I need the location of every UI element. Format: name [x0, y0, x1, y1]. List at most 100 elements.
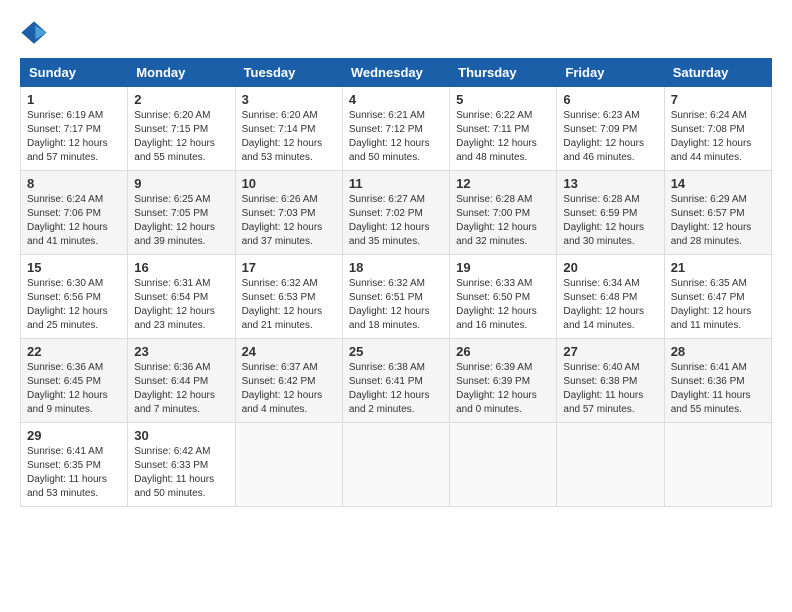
calendar-cell: 6 Sunrise: 6:23 AM Sunset: 7:09 PM Daylig… — [557, 87, 664, 171]
day-info: Sunrise: 6:41 AM Sunset: 6:36 PM Dayligh… — [671, 361, 765, 417]
day-info: Sunrise: 6:21 AM Sunset: 7:12 PM Dayligh… — [349, 109, 443, 165]
calendar-cell: 4 Sunrise: 6:21 AM Sunset: 7:12 PM Daylig… — [342, 87, 449, 171]
day-of-week-header: Wednesday — [342, 59, 449, 87]
day-info: Sunrise: 6:36 AM Sunset: 6:44 PM Dayligh… — [134, 361, 228, 417]
calendar-cell: 9 Sunrise: 6:25 AM Sunset: 7:05 PM Daylig… — [128, 171, 235, 255]
calendar-week-row: 29 Sunrise: 6:41 AM Sunset: 6:35 PM Dayli… — [21, 423, 772, 507]
calendar-week-row: 1Sunrise: 6:19 AM Sunset: 7:17 PM Daylig… — [21, 87, 772, 171]
day-number: 24 — [242, 344, 336, 359]
day-number: 16 — [134, 260, 228, 275]
calendar-table: SundayMondayTuesdayWednesdayThursdayFrid… — [20, 58, 772, 507]
calendar-cell: 8 Sunrise: 6:24 AM Sunset: 7:06 PM Daylig… — [21, 171, 128, 255]
calendar-cell: 20 Sunrise: 6:34 AM Sunset: 6:48 PM Dayli… — [557, 255, 664, 339]
day-number: 15 — [27, 260, 121, 275]
day-of-week-header: Sunday — [21, 59, 128, 87]
day-number: 14 — [671, 176, 765, 191]
day-info: Sunrise: 6:32 AM Sunset: 6:51 PM Dayligh… — [349, 277, 443, 333]
day-info: Sunrise: 6:27 AM Sunset: 7:02 PM Dayligh… — [349, 193, 443, 249]
calendar-cell: 1Sunrise: 6:19 AM Sunset: 7:17 PM Daylig… — [21, 87, 128, 171]
calendar-cell: 13 Sunrise: 6:28 AM Sunset: 6:59 PM Dayli… — [557, 171, 664, 255]
calendar-cell: 14 Sunrise: 6:29 AM Sunset: 6:57 PM Dayli… — [664, 171, 771, 255]
calendar-cell: 12Sunrise: 6:28 AM Sunset: 7:00 PM Dayli… — [450, 171, 557, 255]
day-info: Sunrise: 6:42 AM Sunset: 6:33 PM Dayligh… — [134, 445, 228, 501]
day-info: Sunrise: 6:36 AM Sunset: 6:45 PM Dayligh… — [27, 361, 121, 417]
calendar-cell — [450, 423, 557, 507]
day-number: 18 — [349, 260, 443, 275]
page-header — [20, 20, 772, 48]
calendar-cell — [342, 423, 449, 507]
day-of-week-header: Saturday — [664, 59, 771, 87]
day-number: 29 — [27, 428, 121, 443]
calendar-cell: 7 Sunrise: 6:24 AM Sunset: 7:08 PM Daylig… — [664, 87, 771, 171]
day-number: 26 — [456, 344, 550, 359]
calendar-week-row: 22 Sunrise: 6:36 AM Sunset: 6:45 PM Dayli… — [21, 339, 772, 423]
day-number: 9 — [134, 176, 228, 191]
day-info: Sunrise: 6:40 AM Sunset: 6:38 PM Dayligh… — [563, 361, 657, 417]
day-info: Sunrise: 6:24 AM Sunset: 7:08 PM Dayligh… — [671, 109, 765, 165]
day-info: Sunrise: 6:30 AM Sunset: 6:56 PM Dayligh… — [27, 277, 121, 333]
day-of-week-header: Tuesday — [235, 59, 342, 87]
calendar-cell: 17 Sunrise: 6:32 AM Sunset: 6:53 PM Dayli… — [235, 255, 342, 339]
day-number: 3 — [242, 92, 336, 107]
day-number: 22 — [27, 344, 121, 359]
calendar-cell: 10 Sunrise: 6:26 AM Sunset: 7:03 PM Dayli… — [235, 171, 342, 255]
calendar-cell: 11Sunrise: 6:27 AM Sunset: 7:02 PM Dayli… — [342, 171, 449, 255]
day-info: Sunrise: 6:19 AM Sunset: 7:17 PM Dayligh… — [27, 109, 121, 165]
calendar-cell — [664, 423, 771, 507]
day-of-week-header: Monday — [128, 59, 235, 87]
logo-icon — [20, 20, 48, 48]
calendar-cell: 16Sunrise: 6:31 AM Sunset: 6:54 PM Dayli… — [128, 255, 235, 339]
calendar-cell — [235, 423, 342, 507]
calendar-cell: 30 Sunrise: 6:42 AM Sunset: 6:33 PM Dayli… — [128, 423, 235, 507]
day-of-week-header: Friday — [557, 59, 664, 87]
day-info: Sunrise: 6:37 AM Sunset: 6:42 PM Dayligh… — [242, 361, 336, 417]
calendar-cell: 2Sunrise: 6:20 AM Sunset: 7:15 PM Daylig… — [128, 87, 235, 171]
day-number: 6 — [563, 92, 657, 107]
day-number: 30 — [134, 428, 228, 443]
day-info: Sunrise: 6:29 AM Sunset: 6:57 PM Dayligh… — [671, 193, 765, 249]
day-info: Sunrise: 6:23 AM Sunset: 7:09 PM Dayligh… — [563, 109, 657, 165]
calendar-cell: 3Sunrise: 6:20 AM Sunset: 7:14 PM Daylig… — [235, 87, 342, 171]
calendar-cell: 28 Sunrise: 6:41 AM Sunset: 6:36 PM Dayli… — [664, 339, 771, 423]
day-number: 5 — [456, 92, 550, 107]
day-number: 4 — [349, 92, 443, 107]
day-number: 28 — [671, 344, 765, 359]
day-info: Sunrise: 6:24 AM Sunset: 7:06 PM Dayligh… — [27, 193, 121, 249]
calendar-cell: 18 Sunrise: 6:32 AM Sunset: 6:51 PM Dayli… — [342, 255, 449, 339]
day-info: Sunrise: 6:32 AM Sunset: 6:53 PM Dayligh… — [242, 277, 336, 333]
calendar-cell: 23 Sunrise: 6:36 AM Sunset: 6:44 PM Dayli… — [128, 339, 235, 423]
calendar-week-row: 15 Sunrise: 6:30 AM Sunset: 6:56 PM Dayli… — [21, 255, 772, 339]
day-info: Sunrise: 6:34 AM Sunset: 6:48 PM Dayligh… — [563, 277, 657, 333]
day-info: Sunrise: 6:39 AM Sunset: 6:39 PM Dayligh… — [456, 361, 550, 417]
day-number: 10 — [242, 176, 336, 191]
day-info: Sunrise: 6:25 AM Sunset: 7:05 PM Dayligh… — [134, 193, 228, 249]
calendar-cell: 19Sunrise: 6:33 AM Sunset: 6:50 PM Dayli… — [450, 255, 557, 339]
day-info: Sunrise: 6:41 AM Sunset: 6:35 PM Dayligh… — [27, 445, 121, 501]
day-number: 21 — [671, 260, 765, 275]
day-number: 7 — [671, 92, 765, 107]
calendar-cell: 5Sunrise: 6:22 AM Sunset: 7:11 PM Daylig… — [450, 87, 557, 171]
day-of-week-header: Thursday — [450, 59, 557, 87]
day-number: 19 — [456, 260, 550, 275]
day-number: 12 — [456, 176, 550, 191]
calendar-cell: 26 Sunrise: 6:39 AM Sunset: 6:39 PM Dayli… — [450, 339, 557, 423]
day-info: Sunrise: 6:26 AM Sunset: 7:03 PM Dayligh… — [242, 193, 336, 249]
day-number: 8 — [27, 176, 121, 191]
day-number: 20 — [563, 260, 657, 275]
calendar-cell: 29 Sunrise: 6:41 AM Sunset: 6:35 PM Dayli… — [21, 423, 128, 507]
day-number: 13 — [563, 176, 657, 191]
day-number: 23 — [134, 344, 228, 359]
day-number: 25 — [349, 344, 443, 359]
calendar-cell: 25 Sunrise: 6:38 AM Sunset: 6:41 PM Dayli… — [342, 339, 449, 423]
day-info: Sunrise: 6:20 AM Sunset: 7:15 PM Dayligh… — [134, 109, 228, 165]
day-info: Sunrise: 6:38 AM Sunset: 6:41 PM Dayligh… — [349, 361, 443, 417]
day-info: Sunrise: 6:28 AM Sunset: 6:59 PM Dayligh… — [563, 193, 657, 249]
calendar-cell — [557, 423, 664, 507]
calendar-cell: 21Sunrise: 6:35 AM Sunset: 6:47 PM Dayli… — [664, 255, 771, 339]
calendar-cell: 15 Sunrise: 6:30 AM Sunset: 6:56 PM Dayli… — [21, 255, 128, 339]
calendar-cell: 22 Sunrise: 6:36 AM Sunset: 6:45 PM Dayli… — [21, 339, 128, 423]
day-number: 17 — [242, 260, 336, 275]
logo — [20, 20, 50, 48]
calendar-cell: 24 Sunrise: 6:37 AM Sunset: 6:42 PM Dayli… — [235, 339, 342, 423]
calendar-header-row: SundayMondayTuesdayWednesdayThursdayFrid… — [21, 59, 772, 87]
